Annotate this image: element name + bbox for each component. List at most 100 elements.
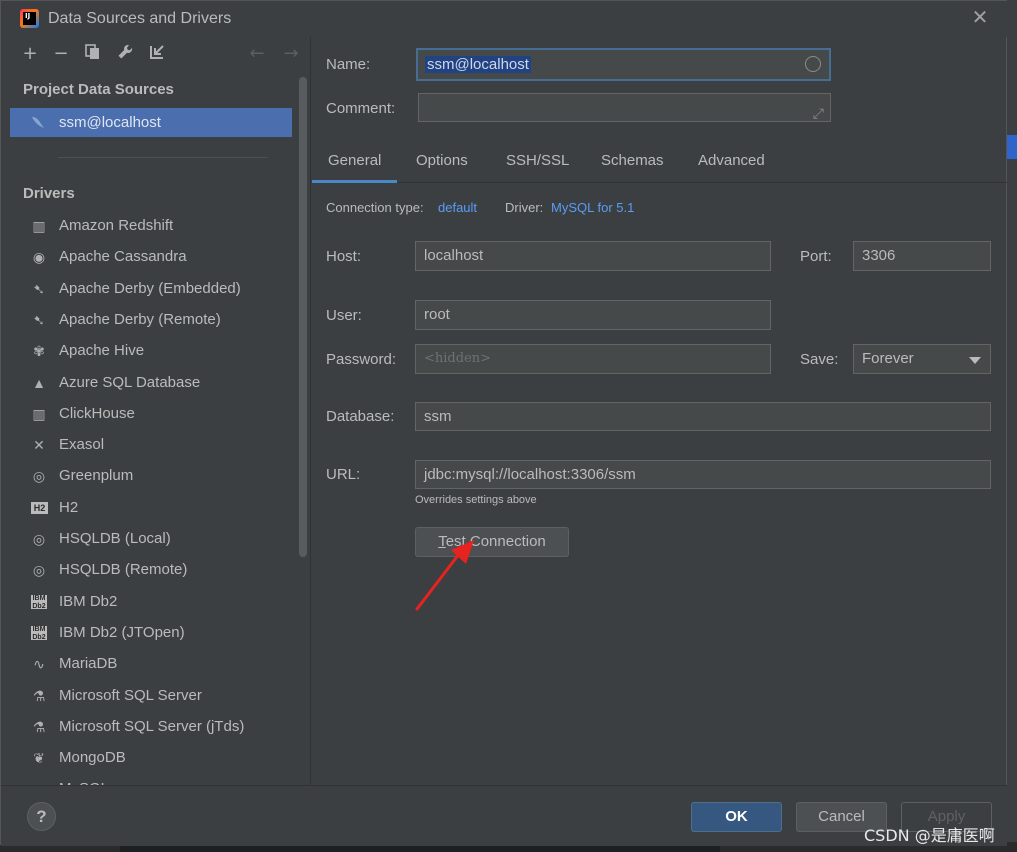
wrench-icon[interactable] [114, 43, 136, 65]
import-icon[interactable] [146, 43, 168, 65]
window-title: Data Sources and Drivers [48, 10, 232, 27]
driver-item[interactable]: ∿ MariaDB [10, 650, 292, 678]
driver-item[interactable]: ◉ Apache Cassandra [10, 243, 292, 271]
driver-item[interactable]: ➷ Apache Derby (Embedded) [10, 275, 292, 303]
derby-icon: ➷ [33, 280, 45, 297]
password-field[interactable]: <hidden> [415, 344, 771, 374]
driver-label: MariaDB [59, 655, 118, 673]
right-panel: Name: ssm@localhost Comment: ⤢ General O… [311, 37, 1007, 785]
tab-schemas[interactable]: Schemas [585, 143, 680, 183]
url-label: URL: [326, 466, 361, 483]
driver-item[interactable]: ✾ Apache Hive [10, 337, 292, 365]
help-button[interactable]: ? [27, 802, 56, 831]
derby-icon: ➷ [33, 311, 45, 328]
driver-item[interactable]: ◎ HSQLDB (Local) [10, 525, 292, 553]
driver-item[interactable]: ⚗ Microsoft SQL Server [10, 682, 292, 710]
data-sources-dialog: IJ Data Sources and Drivers ✕ + − ← → Pr [0, 0, 1007, 846]
expand-icon[interactable]: ⤢ [813, 100, 824, 127]
drivers-title: Drivers [23, 185, 75, 202]
tab-options[interactable]: Options [400, 143, 484, 183]
connection-type-link[interactable]: default [438, 200, 477, 215]
driver-link[interactable]: MySQL for 5.1 [551, 200, 634, 215]
tab-general[interactable]: General [312, 143, 398, 183]
host-field[interactable]: localhost [415, 241, 771, 271]
password-label: Password: [326, 351, 397, 368]
save-label: Save: [800, 351, 839, 368]
name-label: Name: [326, 56, 371, 73]
driver-item[interactable]: ◎ HSQLDB (Remote) [10, 556, 292, 584]
driver-label: Apache Derby (Embedded) [59, 279, 241, 297]
driver-item[interactable]: ⚗ Microsoft SQL Server (jTds) [10, 713, 292, 741]
remove-icon[interactable]: − [50, 43, 72, 65]
left-toolbar: + − ← → [10, 37, 310, 71]
driver-label: Apache Cassandra [59, 248, 187, 266]
connection-type-label: Connection type: [326, 200, 424, 215]
project-data-sources-title: Project Data Sources [23, 81, 174, 98]
driver-item[interactable]: ▥ ClickHouse [10, 400, 292, 428]
mariadb-icon: ∿ [33, 656, 45, 673]
comment-field[interactable]: ⤢ [418, 93, 831, 122]
driver-label: ClickHouse [59, 404, 135, 422]
driver-item[interactable]: ▥ Amazon Redshift [10, 212, 292, 240]
ibm-db2-icon: IBM Db2 [31, 594, 47, 610]
greenplum-icon: ◎ [32, 468, 46, 485]
url-field[interactable]: jdbc:mysql://localhost:3306/ssm [415, 460, 991, 489]
add-icon[interactable]: + [19, 43, 41, 65]
database-field[interactable]: ssm [415, 402, 991, 431]
driver-item[interactable]: IBM Db2 IBM Db2 (JTOpen) [10, 619, 292, 647]
user-label: User: [326, 307, 362, 324]
driver-label: MongoDB [59, 749, 126, 767]
back-arrow-icon[interactable]: ← [246, 43, 268, 65]
forward-arrow-icon[interactable]: → [280, 43, 302, 65]
separator [58, 157, 268, 158]
annotation-arrow [415, 540, 474, 611]
mssql-icon: ⚗ [32, 718, 46, 735]
tab-bar: General Options SSH/SSL Schemas Advanced [311, 143, 1007, 183]
data-source-item-ssm[interactable]: ssm@localhost [10, 108, 292, 137]
driver-label: Azure SQL Database [59, 373, 201, 391]
url-hint: Overrides settings above [415, 494, 537, 506]
save-dropdown[interactable]: Forever [853, 344, 991, 374]
intellij-logo-icon: IJ [20, 9, 39, 28]
mongodb-icon: ❦ [33, 750, 45, 767]
left-scrollbar[interactable] [299, 77, 307, 557]
csdn-watermark: CSDN @是庸医啊 [864, 826, 995, 845]
mysql-dolphin-icon [30, 114, 46, 130]
driver-label: IBM Db2 [59, 592, 118, 610]
tab-ssh-ssl[interactable]: SSH/SSL [490, 143, 585, 183]
driver-label: Apache Derby (Remote) [59, 310, 221, 328]
left-panel: + − ← → Project Data Sources ssm@localho… [10, 37, 310, 785]
driver-label: Greenplum [59, 467, 134, 485]
database-label: Database: [326, 408, 395, 425]
driver-item[interactable]: ∿MySQL [10, 775, 292, 785]
user-field[interactable]: root [415, 300, 771, 330]
driver-label: HSQLDB (Local) [59, 530, 171, 547]
redshift-icon: ▥ [32, 218, 46, 234]
driver-item[interactable]: ▲ Azure SQL Database [10, 369, 292, 397]
driver-item[interactable]: ◎ Greenplum [10, 462, 292, 490]
driver-label: Driver: [505, 200, 544, 215]
tab-advanced[interactable]: Advanced [682, 143, 781, 183]
driver-label: H2 [59, 498, 79, 516]
driver-item[interactable]: IBM Db2 IBM Db2 [10, 588, 292, 616]
driver-item[interactable]: ➷ Apache Derby (Remote) [10, 306, 292, 334]
azure-icon: ▲ [32, 374, 46, 391]
data-source-label: ssm@localhost [59, 114, 161, 131]
mssql-icon: ⚗ [32, 687, 46, 704]
copy-icon[interactable] [82, 43, 104, 65]
driver-label: IBM Db2 (JTOpen) [59, 623, 185, 641]
driver-item[interactable]: H2 H2 [10, 494, 292, 522]
ibm-db2-icon: IBM Db2 [31, 625, 47, 641]
driver-item[interactable]: ✕ Exasol [10, 431, 292, 459]
port-field[interactable]: 3306 [853, 241, 991, 271]
background-stripe [1007, 135, 1017, 159]
driver-label: Microsoft SQL Server (jTds) [59, 717, 245, 735]
color-circle-icon[interactable] [805, 56, 821, 72]
driver-item[interactable]: ❦ MongoDB [10, 744, 292, 772]
close-icon[interactable]: ✕ [969, 7, 991, 29]
name-field[interactable]: ssm@localhost [416, 48, 831, 81]
bottom-bar: ? OK Cancel Apply [1, 785, 1007, 846]
port-label: Port: [800, 248, 832, 265]
driver-label: Exasol [59, 436, 105, 454]
ok-button[interactable]: OK [691, 802, 782, 832]
